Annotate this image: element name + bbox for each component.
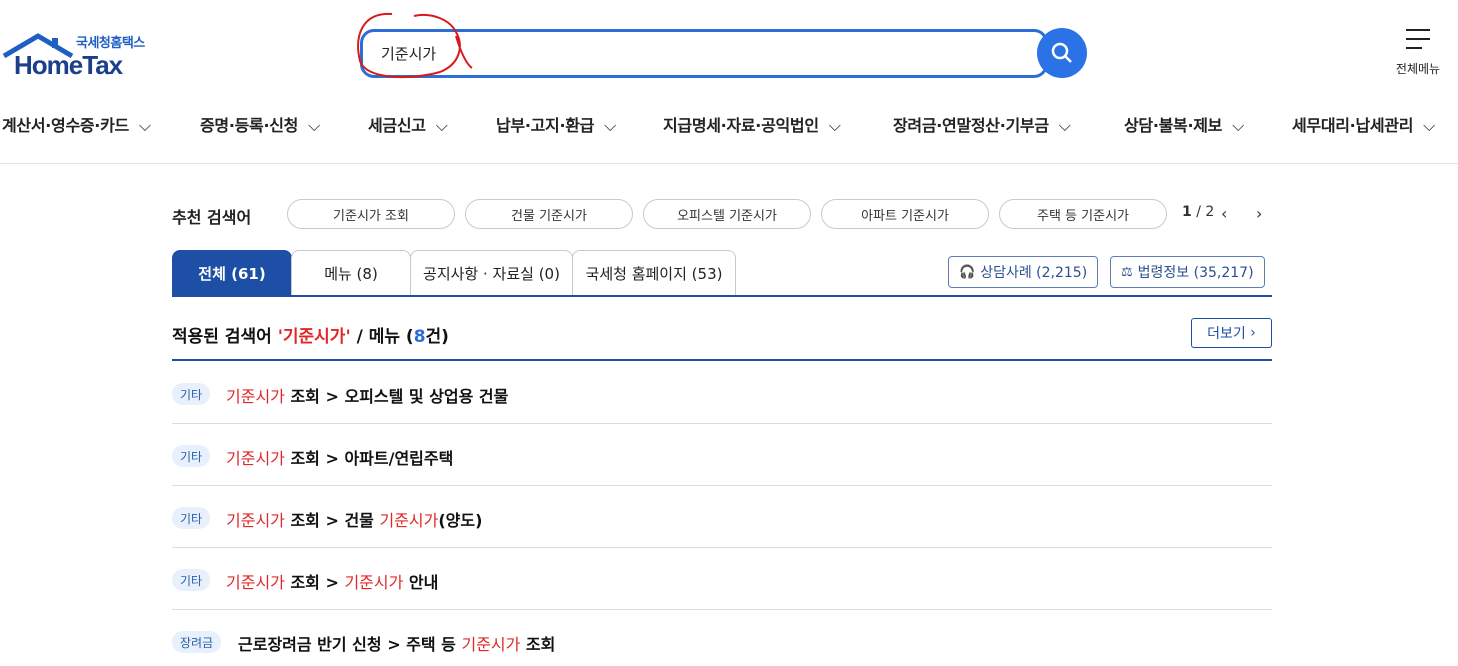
logo-subtitle: 국세청홈택스 bbox=[76, 36, 145, 51]
more-label: 더보기 bbox=[1207, 326, 1246, 342]
nav-divider bbox=[0, 163, 1458, 164]
result-prefix: 적용된 검색어 bbox=[172, 327, 278, 347]
result-suffix: 건) bbox=[425, 327, 449, 347]
tab-all[interactable]: 전체 (61) bbox=[172, 250, 292, 295]
nav-label: 상담·불복·제보 bbox=[1124, 116, 1223, 135]
chip-pager: 1 / 2 bbox=[1182, 204, 1214, 220]
chevron-down-icon: ⌵ bbox=[435, 116, 448, 135]
nav-item-incentives[interactable]: 장려금·연말정산·기부금 ⌵ bbox=[893, 112, 1071, 136]
main-nav: 계산서·영수증·카드 ⌵ 증명·등록·신청 ⌵ 세금신고 ⌵ 납부·고지·환급 ⌵ 지급… bbox=[0, 108, 1458, 138]
link-text: (양도) bbox=[438, 511, 483, 530]
nav-item-statements[interactable]: 지급명세·자료·공익법인 ⌵ bbox=[663, 112, 841, 136]
category-badge: 장려금 bbox=[172, 631, 222, 653]
law-info-label: 법령정보 (35,217) bbox=[1137, 265, 1254, 281]
result-row[interactable]: 기타 기준시가 조회 > 기준시가 안내 bbox=[172, 548, 1272, 610]
chevron-right-icon[interactable]: › bbox=[1256, 204, 1262, 223]
result-row[interactable]: 기타 기준시가 조회 > 건물 기준시가(양도) bbox=[172, 486, 1272, 548]
link-text: 근로장려금 반기 신청 > 주택 등 bbox=[238, 635, 462, 654]
link-text: 조회 > bbox=[284, 573, 345, 592]
nav-label: 세금신고 bbox=[368, 116, 426, 135]
pager-total: / 2 bbox=[1196, 204, 1215, 220]
result-divider bbox=[172, 359, 1272, 361]
result-count: 8 bbox=[413, 327, 426, 347]
result-row[interactable]: 기타 기준시가 조회 > 오피스텔 및 상업용 건물 bbox=[172, 362, 1272, 424]
link-text: 안내 bbox=[403, 573, 439, 592]
nav-label: 납부·고지·환급 bbox=[496, 116, 595, 135]
recommended-chip[interactable]: 주택 등 기준시가 bbox=[999, 199, 1167, 229]
nav-item-consult[interactable]: 상담·불복·제보 ⌵ bbox=[1124, 112, 1244, 136]
all-menu-button[interactable]: 전체메뉴 bbox=[1388, 28, 1448, 77]
highlight: 기준시가 bbox=[461, 635, 521, 654]
chevron-down-icon: ⌵ bbox=[604, 116, 616, 135]
highlight: 기준시가 bbox=[379, 511, 439, 530]
headset-icon: 🎧 bbox=[959, 264, 976, 280]
nav-label: 세무대리·납세관리 bbox=[1292, 116, 1414, 135]
link-text: 조회 bbox=[520, 635, 556, 654]
result-row[interactable]: 장려금 근로장려금 반기 신청 > 주택 등 기준시가 조회 bbox=[172, 610, 1272, 666]
category-badge: 기타 bbox=[172, 569, 211, 591]
result-middle: / 메뉴 ( bbox=[350, 327, 414, 347]
chevron-down-icon: ⌵ bbox=[828, 116, 841, 135]
tab-notice[interactable]: 공지사항 · 자료실 (0) bbox=[410, 250, 573, 295]
pager-current: 1 bbox=[1182, 204, 1192, 220]
all-menu-label: 전체메뉴 bbox=[1395, 62, 1441, 76]
chevron-down-icon: ⌵ bbox=[1058, 116, 1071, 135]
tab-underline bbox=[172, 295, 1272, 297]
nav-label: 증명·등록·신청 bbox=[200, 116, 299, 135]
nav-label: 지급명세·자료·공익법인 bbox=[663, 116, 819, 135]
search-button[interactable] bbox=[1037, 28, 1087, 78]
link-text: 조회 > 오피스텔 및 상업용 건물 bbox=[284, 387, 509, 406]
highlight: 기준시가 bbox=[226, 449, 285, 468]
more-button[interactable]: 더보기 › bbox=[1191, 318, 1272, 348]
nav-label: 장려금·연말정산·기부금 bbox=[893, 116, 1049, 135]
chevron-left-icon[interactable]: ‹ bbox=[1221, 204, 1227, 223]
link-text: 조회 > 건물 bbox=[284, 511, 380, 530]
highlight: 기준시가 bbox=[226, 573, 285, 592]
chevron-down-icon: ⌵ bbox=[308, 116, 320, 135]
chevron-right-icon: › bbox=[1250, 325, 1256, 341]
link-text: 조회 > 아파트/연립주택 bbox=[284, 449, 454, 468]
tab-nts-homepage[interactable]: 국세청 홈페이지 (53) bbox=[572, 250, 736, 295]
result-heading: 적용된 검색어 '기준시가' / 메뉴 (8건) bbox=[172, 322, 449, 347]
highlight: 기준시가 bbox=[226, 511, 285, 530]
recommended-chip[interactable]: 오피스텔 기준시가 bbox=[643, 199, 811, 229]
category-badge: 기타 bbox=[172, 507, 211, 529]
chevron-down-icon: ⌵ bbox=[138, 116, 151, 135]
consult-cases-label: 상담사례 (2,215) bbox=[980, 265, 1088, 281]
hometax-logo[interactable]: 국세청홈택스 HomeTax bbox=[2, 30, 162, 82]
search-icon bbox=[1051, 42, 1072, 63]
nav-item-certificate[interactable]: 증명·등록·신청 ⌵ bbox=[200, 112, 320, 136]
consult-cases-button[interactable]: 🎧 상담사례 (2,215) bbox=[948, 256, 1099, 288]
result-link[interactable]: 기준시가 조회 > 오피스텔 및 상업용 건물 bbox=[226, 383, 508, 407]
search-input[interactable] bbox=[363, 32, 1045, 75]
recommended-chip[interactable]: 건물 기준시가 bbox=[465, 199, 633, 229]
result-link[interactable]: 기준시가 조회 > 기준시가 안내 bbox=[226, 569, 438, 593]
recommended-chip[interactable]: 아파트 기준시가 bbox=[821, 199, 989, 229]
result-row[interactable]: 기타 기준시가 조회 > 아파트/연립주택 bbox=[172, 424, 1272, 486]
hamburger-icon bbox=[1406, 29, 1430, 49]
law-info-button[interactable]: ⚖ 법령정보 (35,217) bbox=[1110, 256, 1265, 288]
chevron-down-icon: ⌵ bbox=[1423, 116, 1435, 135]
nav-item-tax-return[interactable]: 세금신고 ⌵ bbox=[368, 112, 448, 136]
nav-item-agent[interactable]: 세무대리·납세관리 ⌵ bbox=[1292, 112, 1435, 136]
hometax-search-page: 국세청홈택스 HomeTax 전체메뉴 계산서·영수증·카드 ⌵ 증명·등록·신청… bbox=[0, 0, 1458, 666]
recommended-chip[interactable]: 기준시가 조회 bbox=[287, 199, 455, 229]
result-link[interactable]: 기준시가 조회 > 건물 기준시가(양도) bbox=[226, 507, 482, 531]
recommended-label: 추천 검색어 bbox=[172, 208, 252, 227]
nav-item-payment[interactable]: 납부·고지·환급 ⌵ bbox=[496, 112, 616, 136]
result-link[interactable]: 근로장려금 반기 신청 > 주택 등 기준시가 조회 bbox=[238, 631, 555, 655]
highlight: 기준시가 bbox=[344, 573, 404, 592]
logo-title: HomeTax bbox=[14, 50, 123, 80]
result-link[interactable]: 기준시가 조회 > 아파트/연립주택 bbox=[226, 445, 453, 469]
result-keyword: '기준시가' bbox=[277, 327, 351, 347]
category-badge: 기타 bbox=[172, 445, 211, 467]
gavel-icon: ⚖ bbox=[1121, 264, 1133, 280]
search-box bbox=[360, 29, 1048, 78]
category-badge: 기타 bbox=[172, 383, 211, 405]
tab-menu[interactable]: 메뉴 (8) bbox=[291, 250, 411, 295]
nav-label: 계산서·영수증·카드 bbox=[2, 116, 129, 135]
nav-item-invoice[interactable]: 계산서·영수증·카드 ⌵ bbox=[2, 112, 151, 136]
highlight: 기준시가 bbox=[226, 387, 285, 406]
chevron-down-icon: ⌵ bbox=[1232, 116, 1244, 135]
